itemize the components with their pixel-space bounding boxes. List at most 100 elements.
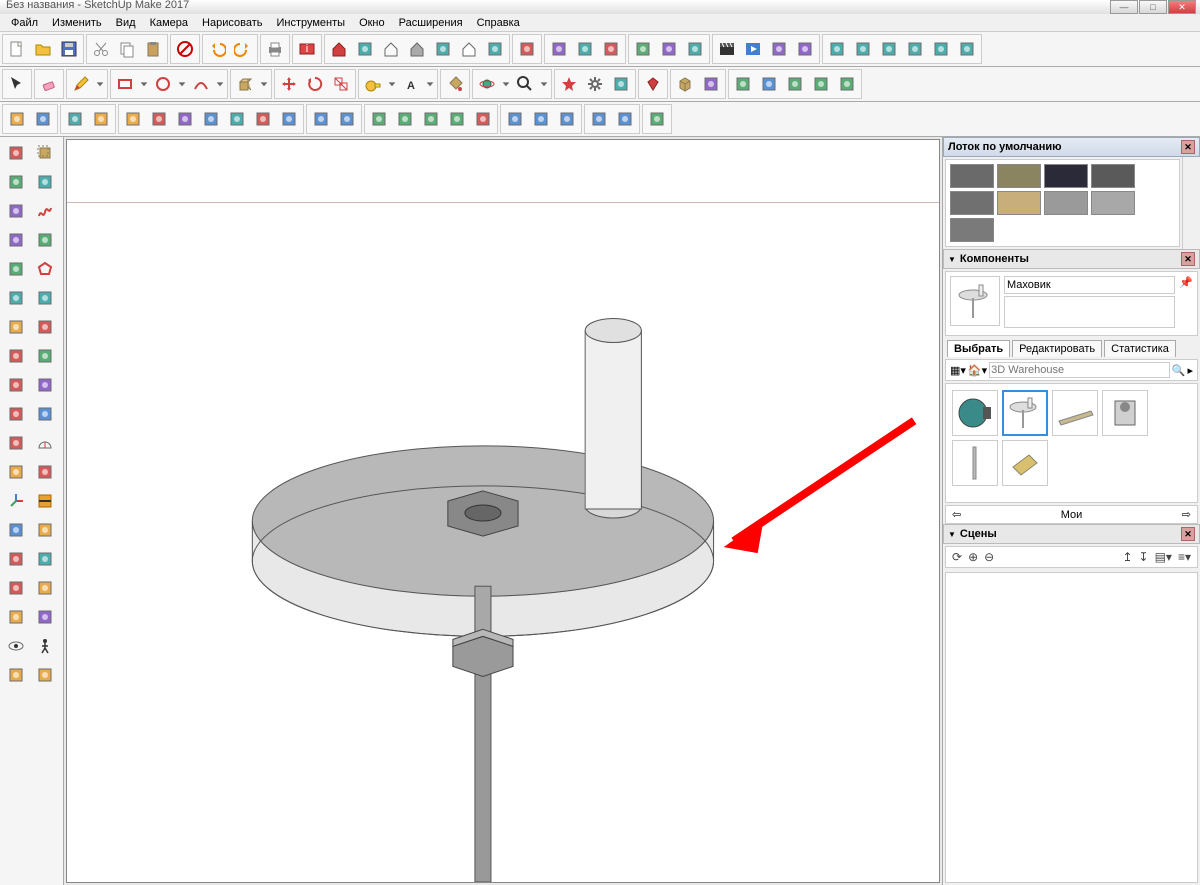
save-btn[interactable] xyxy=(56,36,82,62)
curve-1-btn[interactable] xyxy=(308,106,334,132)
position-camera-tool[interactable] xyxy=(2,603,30,631)
materials-scrollbar[interactable] xyxy=(1182,157,1200,249)
details-icon[interactable]: ▸ xyxy=(1187,364,1193,377)
material-swatch-8[interactable] xyxy=(950,218,994,242)
box-2-btn[interactable] xyxy=(430,36,456,62)
dropdown-btn[interactable] xyxy=(214,71,226,97)
move-2-tool[interactable] xyxy=(2,342,30,370)
paint-tool[interactable] xyxy=(31,168,59,196)
pencil-btn[interactable] xyxy=(68,71,94,97)
box-3d-btn[interactable] xyxy=(672,71,698,97)
arrows-3-btn[interactable] xyxy=(834,71,860,97)
look-tool[interactable] xyxy=(31,603,59,631)
thumb-1[interactable] xyxy=(952,390,998,436)
timeline-b-btn[interactable] xyxy=(792,36,818,62)
scene-remove-icon[interactable]: ⊖ xyxy=(984,550,994,564)
gear-btn[interactable] xyxy=(582,71,608,97)
scene-down-icon[interactable]: ↧ xyxy=(1139,550,1149,564)
nav-forward-icon[interactable]: ⇨ xyxy=(1182,508,1191,521)
menu-window[interactable]: Окно xyxy=(352,16,392,30)
pie-tool[interactable] xyxy=(2,313,30,341)
menu-extensions[interactable]: Расширения xyxy=(392,16,470,30)
orbit-btn[interactable] xyxy=(474,71,500,97)
spiral-4-btn[interactable] xyxy=(444,106,470,132)
rotate-2-tool[interactable] xyxy=(31,342,59,370)
freehand-tool[interactable] xyxy=(31,197,59,225)
book-red-btn[interactable] xyxy=(630,36,656,62)
scene-list-icon[interactable]: ≡▾ xyxy=(1178,550,1191,564)
zoom-2-tool[interactable] xyxy=(2,545,30,573)
component-description[interactable] xyxy=(1004,296,1175,328)
bar-blue-btn[interactable] xyxy=(730,71,756,97)
minimize-btn[interactable]: — xyxy=(1110,0,1138,14)
thumb-4[interactable] xyxy=(1102,390,1148,436)
house-outline-btn[interactable] xyxy=(378,36,404,62)
ruby-btn[interactable] xyxy=(640,71,666,97)
home-icon[interactable]: 🏠▾ xyxy=(968,364,987,377)
view-mode-icon[interactable]: ▦▾ xyxy=(950,364,966,377)
panel-b-btn[interactable] xyxy=(528,106,554,132)
model-info-btn[interactable]: i xyxy=(294,36,320,62)
section-tool[interactable] xyxy=(31,487,59,515)
cut-btn[interactable] xyxy=(88,36,114,62)
material-swatch-0[interactable] xyxy=(950,164,994,188)
star-tool-btn[interactable] xyxy=(556,71,582,97)
edge-2-btn[interactable] xyxy=(250,106,276,132)
vertical-tool-btn[interactable] xyxy=(30,106,56,132)
play-btn[interactable] xyxy=(740,36,766,62)
material-swatch-5[interactable] xyxy=(997,191,1041,215)
scene-up-icon[interactable]: ↥ xyxy=(1122,550,1132,564)
sandbox-2-tool[interactable] xyxy=(31,661,59,689)
cancel-btn[interactable] xyxy=(172,36,198,62)
panel-c-btn[interactable] xyxy=(554,106,580,132)
red-plugin-btn[interactable] xyxy=(546,36,572,62)
sandbox-1-tool[interactable] xyxy=(2,661,30,689)
panel-a-btn[interactable] xyxy=(502,106,528,132)
dropdown-btn[interactable] xyxy=(500,71,512,97)
zoom-window-tool[interactable] xyxy=(31,545,59,573)
stack-btn[interactable] xyxy=(608,71,634,97)
dropdown-btn[interactable] xyxy=(94,71,106,97)
rect-rot-tool[interactable] xyxy=(31,226,59,254)
rect-tool[interactable] xyxy=(2,226,30,254)
push-tool[interactable] xyxy=(31,371,59,399)
bar-red-btn[interactable] xyxy=(756,71,782,97)
paint-bucket-btn[interactable] xyxy=(442,71,468,97)
material-swatch-6[interactable] xyxy=(1044,191,1088,215)
spiral-2-btn[interactable] xyxy=(392,106,418,132)
doc-1-btn[interactable] xyxy=(824,36,850,62)
eraser-btn[interactable] xyxy=(36,71,62,97)
blue-plugin-btn[interactable] xyxy=(572,36,598,62)
polygon-tool[interactable] xyxy=(31,255,59,283)
arc-btn[interactable] xyxy=(188,71,214,97)
circle-btn[interactable] xyxy=(150,71,176,97)
axes-tool[interactable] xyxy=(2,487,30,515)
sphere-btn[interactable] xyxy=(146,106,172,132)
book-group-btn[interactable] xyxy=(656,36,682,62)
copy-cube-btn[interactable] xyxy=(120,106,146,132)
line-tool[interactable] xyxy=(2,197,30,225)
dropdown-btn[interactable] xyxy=(386,71,398,97)
new-file-btn[interactable] xyxy=(4,36,30,62)
scene-menu-icon[interactable]: ▤▾ xyxy=(1155,550,1172,564)
face-tool-btn[interactable] xyxy=(88,106,114,132)
house-simple-btn[interactable] xyxy=(456,36,482,62)
move-xyz-btn[interactable] xyxy=(644,106,670,132)
dropdown-btn[interactable] xyxy=(538,71,550,97)
doc-4-btn[interactable] xyxy=(902,36,928,62)
arc-2-tool[interactable] xyxy=(2,284,30,312)
thumb-2-selected[interactable] xyxy=(1002,390,1048,436)
arrows-2-btn[interactable] xyxy=(808,71,834,97)
tray-header[interactable]: Лоток по умолчанию ✕ xyxy=(943,137,1200,157)
material-swatch-4[interactable] xyxy=(950,191,994,215)
arc-3-tool[interactable] xyxy=(31,284,59,312)
scenes-close-icon[interactable]: ✕ xyxy=(1181,527,1195,541)
protractor-tool[interactable] xyxy=(31,429,59,457)
align-2-btn[interactable] xyxy=(612,106,638,132)
text-2-tool[interactable] xyxy=(31,458,59,486)
menu-tools[interactable]: Инструменты xyxy=(269,16,352,30)
move-btn[interactable] xyxy=(276,71,302,97)
open-file-btn[interactable] xyxy=(30,36,56,62)
cube-orange-btn[interactable] xyxy=(62,106,88,132)
bezier-tool[interactable] xyxy=(31,313,59,341)
